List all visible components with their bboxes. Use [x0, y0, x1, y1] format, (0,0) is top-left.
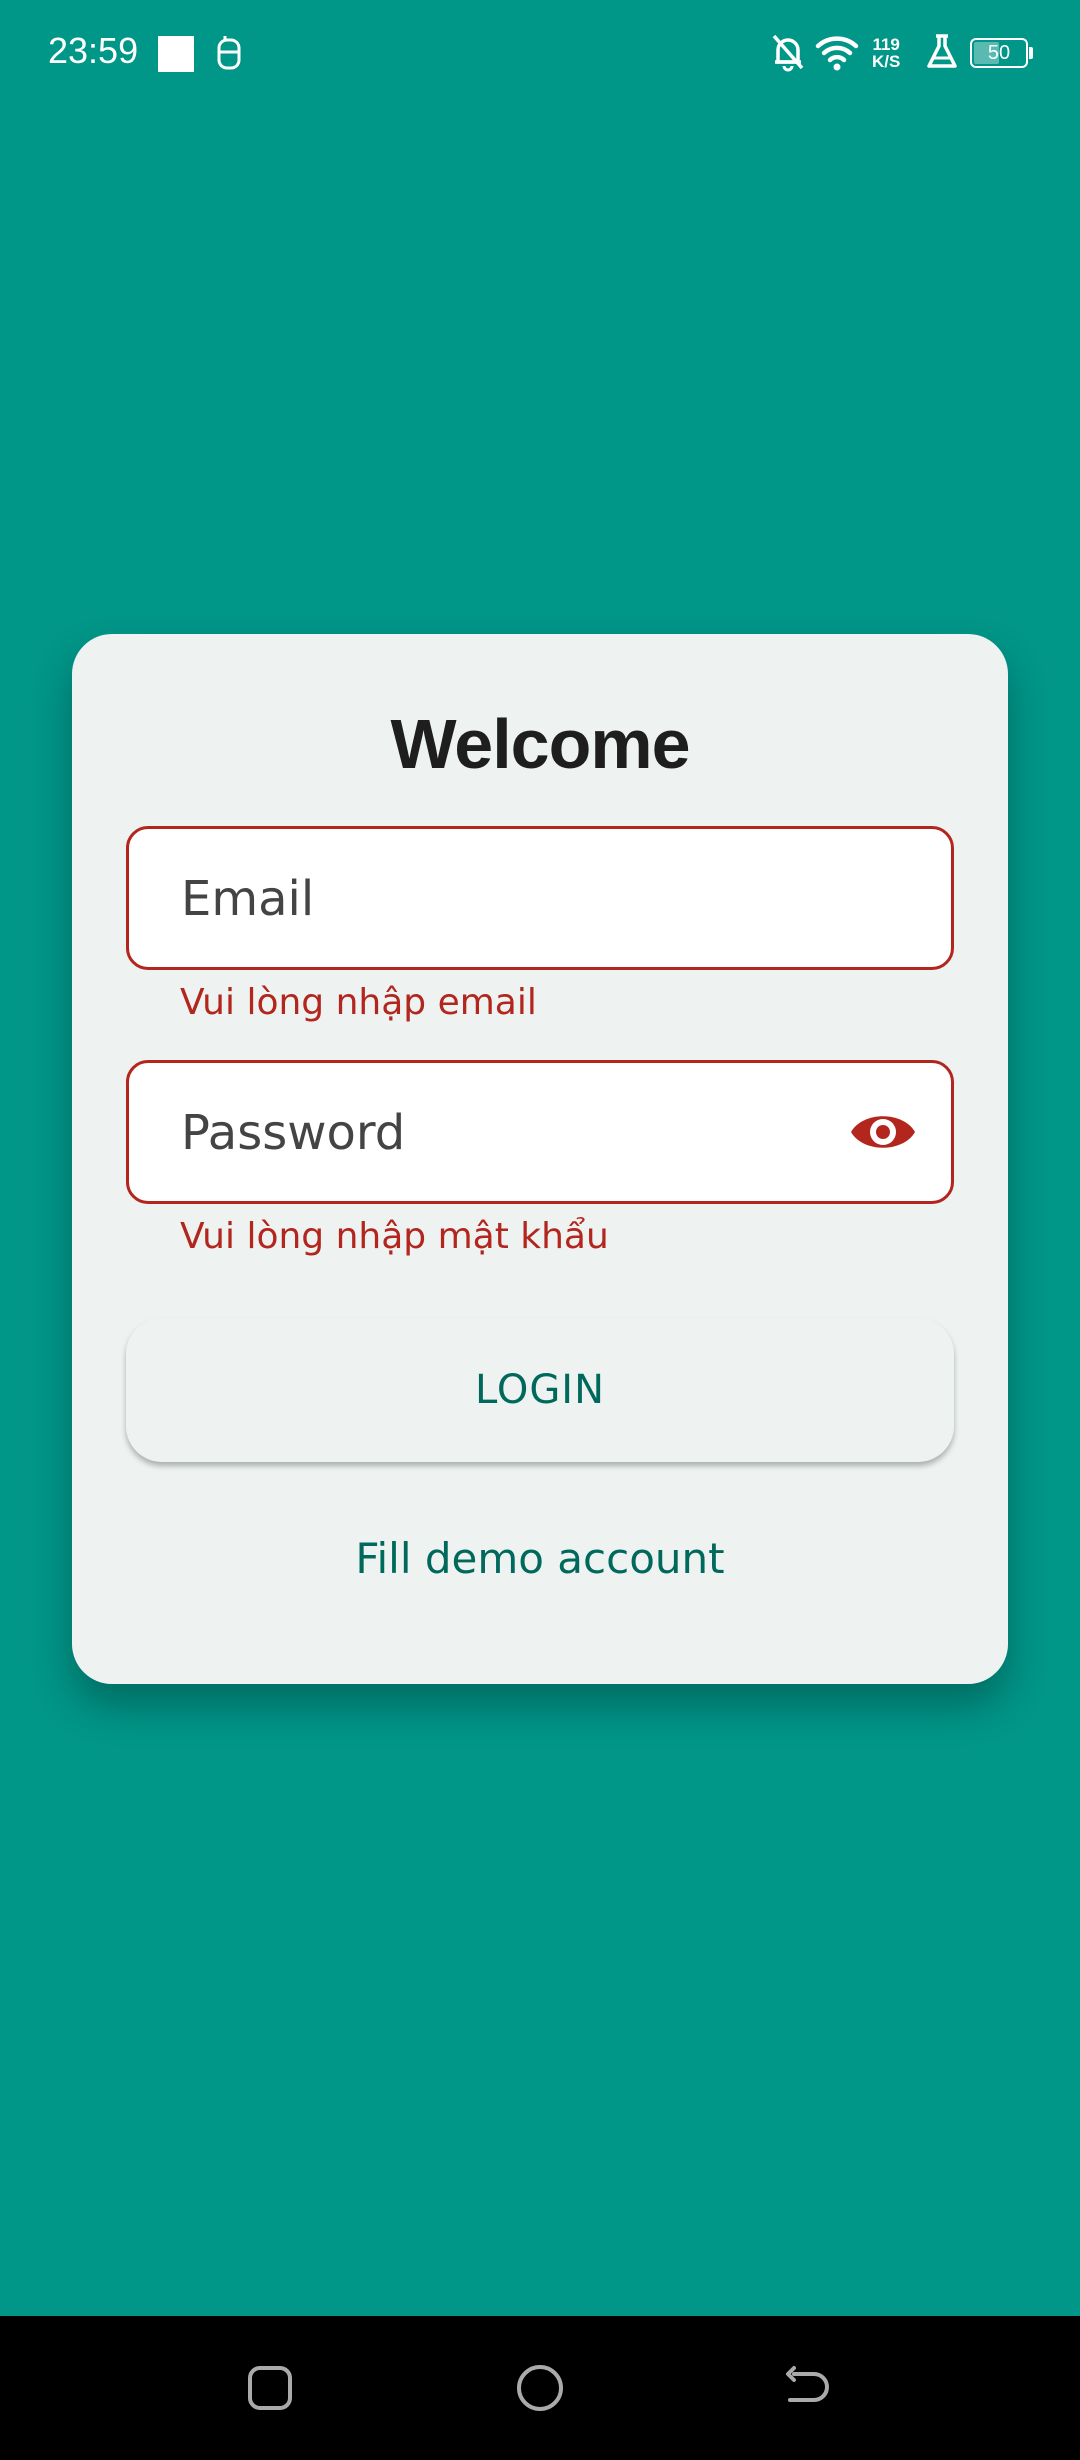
- password-input[interactable]: [179, 1063, 843, 1203]
- bell-muted-icon: [772, 34, 804, 72]
- status-time: 23:59: [48, 30, 139, 71]
- home-button[interactable]: [512, 2360, 568, 2416]
- login-card: Welcome Vui lòng nhập email Vui lòng nhậ…: [72, 634, 1008, 1684]
- back-button[interactable]: [780, 2360, 836, 2416]
- eye-icon[interactable]: [849, 1103, 917, 1161]
- notification-square-icon: [158, 36, 194, 72]
- fill-demo-account-link[interactable]: Fill demo account: [72, 1534, 1008, 1583]
- flask-icon: [927, 34, 957, 68]
- network-speed: 119 K/S: [872, 36, 900, 70]
- status-bar: 23:59 119 K/S 50: [0, 0, 1080, 110]
- password-field-container: [126, 1060, 954, 1204]
- login-button[interactable]: LOGIN: [126, 1318, 954, 1462]
- battery-tip: [1029, 47, 1033, 59]
- network-speed-value: 119: [872, 35, 900, 54]
- notification-app-icon: [217, 36, 241, 70]
- email-input[interactable]: [179, 829, 843, 969]
- email-error-message: Vui lòng nhập email: [180, 982, 537, 1023]
- email-field-container: [126, 826, 954, 970]
- wifi-icon: [815, 36, 859, 71]
- network-speed-unit: K/S: [872, 52, 901, 71]
- password-error-message: Vui lòng nhập mật khẩu: [180, 1216, 609, 1257]
- recent-apps-button[interactable]: [242, 2360, 298, 2416]
- battery-percent: 50: [987, 42, 1011, 64]
- page-title: Welcome: [390, 705, 690, 783]
- battery-icon: 50: [970, 38, 1028, 68]
- navigation-bar: [0, 2316, 1080, 2460]
